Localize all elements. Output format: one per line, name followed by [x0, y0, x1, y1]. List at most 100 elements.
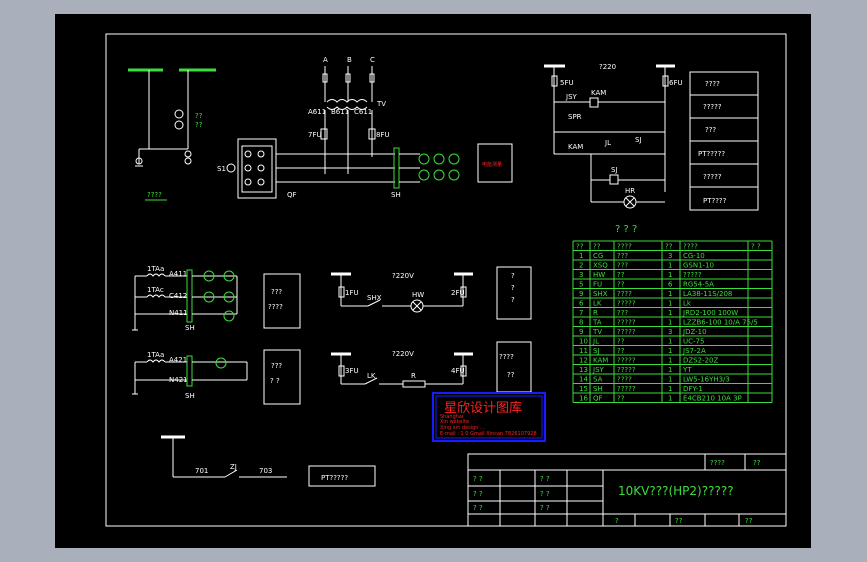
table-cell: JDZ-10: [682, 328, 707, 336]
table-cell: ?????: [617, 328, 636, 336]
wire-label: A411: [169, 270, 187, 278]
table-cell: ??: [617, 338, 625, 346]
table-cell: ?????: [617, 366, 636, 374]
table-cell: 1: [668, 385, 672, 393]
label-jsy: JSY: [565, 93, 578, 101]
table-cell: TA: [592, 319, 602, 327]
drawing-title: 10KV???(HP2)?????: [618, 484, 734, 498]
control-circuit: ?220 5FU 6FU JSY KAM SPR KAM JL SJ SJ HR: [544, 63, 683, 209]
table-cell: GSN1-10: [683, 262, 714, 270]
table-cell: 7: [579, 309, 583, 317]
table-cell: XSQ: [593, 262, 608, 270]
label-8fu: 8FU: [376, 131, 390, 139]
legend-item: ?????: [703, 103, 722, 111]
tb-cell: ?: [615, 517, 619, 525]
table-cell: SA: [593, 376, 603, 384]
note-text: ????: [268, 303, 283, 311]
table-cell: 1: [668, 366, 672, 374]
table-cell: 11: [579, 347, 588, 355]
table-cell: Lk: [683, 300, 692, 308]
current-circuit-2: 1TAa A421 N421 SH ??? ? ?: [132, 349, 301, 405]
table-cell: LZZB6-100 10/A 75/5: [683, 319, 758, 327]
table-cell: JS7-2A: [682, 347, 706, 355]
table-cell: 1: [668, 262, 672, 270]
stamp-line: E-mail : 1 0 Gmail Xincan 7826107928: [440, 431, 537, 437]
legend-item: ?????: [703, 173, 722, 181]
table-cell: 6: [668, 281, 673, 289]
table-cell: ???: [617, 252, 628, 260]
label-kam2: KAM: [568, 143, 583, 151]
label-sj2: SJ: [611, 166, 618, 174]
table-cell: DZS2-20Z: [683, 357, 719, 365]
aux-voltage: ?220V: [392, 272, 414, 280]
table-cell: 1: [668, 338, 672, 346]
selector-switch: S1 QF SH 电能测量: [217, 138, 513, 199]
voltage-transformer: A B C A611 B611 C611 TV 7FU 8FU: [308, 56, 390, 174]
tb-cell: ? ?: [540, 475, 550, 483]
label-qf: QF: [287, 191, 297, 199]
note-text: ???: [271, 288, 282, 296]
tb-cell: ? ?: [473, 490, 483, 498]
table-cell: 1: [579, 252, 583, 260]
label-5fu: 5FU: [560, 79, 574, 87]
label-zj: ZJ: [230, 463, 237, 471]
tb-cell: ? ?: [473, 504, 483, 512]
schematic-diagram: ?? ?? ???? A B C A611 B611 C611 TV 7FU 8…: [105, 33, 787, 527]
wire-label: A421: [169, 356, 187, 364]
table-cell: 2: [579, 262, 583, 270]
table-cell: 15: [579, 385, 588, 393]
table-cell: ????: [617, 290, 632, 298]
pt-box-label: PT?????: [321, 474, 348, 482]
drawing-sheet: ?? ?? ???? A B C A611 B611 C611 TV 7FU 8…: [55, 14, 811, 548]
table-cell: LA38-11S/208: [683, 290, 732, 298]
label-a611: A611: [308, 108, 326, 116]
label-6fu: 6FU: [669, 79, 683, 87]
table-cell: ?????: [683, 271, 702, 279]
table-cell: 1: [668, 319, 672, 327]
table-cell: HW: [593, 271, 605, 279]
label-resistor: R: [411, 372, 416, 380]
label-spr: SPR: [568, 113, 582, 121]
table-cell: SJ: [593, 347, 600, 355]
table-cell: SH: [593, 385, 603, 393]
aux-circuit-2: ?220V 3FU 4FU LK R ???? ??: [331, 341, 532, 393]
table-cell: 14: [579, 376, 588, 384]
table-cell: 9: [579, 290, 583, 298]
table-cell: FU: [593, 281, 602, 289]
table-header: ??: [593, 243, 601, 251]
table-cell: ??: [617, 281, 625, 289]
table-cell: RG54-5A: [683, 281, 714, 289]
label-sh: SH: [185, 392, 195, 400]
label-fu: 4FU: [451, 367, 465, 375]
label-ta2: 1TAc: [147, 286, 164, 294]
parts-table: ?????????????? ? ? 1 CG??? 3 CG-10 2 XSQ??? 1 GSN…: [572, 240, 773, 403]
table-cell: 1: [668, 347, 672, 355]
wire-label: N411: [169, 309, 188, 317]
table-cell: 1: [668, 309, 672, 317]
table-cell: 16: [579, 395, 588, 403]
table-cell: E4CB210 10A 3P: [683, 395, 742, 403]
label-7fu: 7FU: [308, 131, 322, 139]
table-cell: CG: [593, 252, 603, 260]
note-text: ????: [499, 353, 514, 361]
table-cell: LK: [593, 300, 602, 308]
table-header: ????: [683, 243, 698, 251]
table-cell: DFY-1: [683, 385, 703, 393]
label-s1: S1: [217, 165, 226, 173]
table-cell: ?????: [617, 357, 636, 365]
label-ta: 1TAa: [147, 351, 164, 359]
table-cell: ???: [617, 309, 628, 317]
note-text: ? ?: [270, 377, 280, 385]
table-cell: 3: [668, 252, 672, 260]
table-header: ??: [576, 243, 584, 251]
table-header: ??: [665, 243, 673, 251]
label-b611: B611: [331, 108, 349, 116]
table-cell: R: [593, 309, 598, 317]
table-cell: ?????: [617, 300, 636, 308]
note-text: ?: [511, 296, 515, 304]
tb-cell: ????: [710, 459, 725, 467]
table-cell: JRD2-100 100W: [682, 309, 738, 317]
note-text: ?: [511, 284, 515, 292]
label-c611: C611: [354, 108, 372, 116]
table-cell: 10: [579, 338, 588, 346]
